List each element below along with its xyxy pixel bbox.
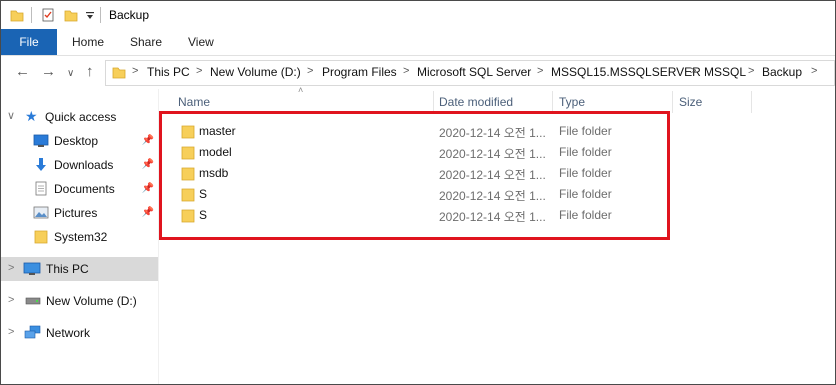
breadcrumb-chevron-icon[interactable]: > xyxy=(132,65,138,77)
pictures-icon xyxy=(33,206,49,219)
breadcrumb-backup[interactable]: Backup xyxy=(762,65,802,79)
sidebar-item-label: Network xyxy=(46,326,91,340)
recent-locations-chevron-icon[interactable]: ∨ xyxy=(67,66,74,82)
sidebar-item-label: Pictures xyxy=(54,206,98,220)
sidebar-item-label: Desktop xyxy=(54,134,99,148)
column-separator[interactable] xyxy=(751,91,752,113)
breadcrumb-chevron-icon[interactable]: > xyxy=(196,65,202,77)
column-separator[interactable] xyxy=(433,91,434,113)
address-bar[interactable]: > This PC > New Volume (D:) > Program Fi… xyxy=(105,60,835,86)
sidebar-item-label: Documents xyxy=(54,182,115,196)
computer-icon xyxy=(23,262,41,275)
back-arrow-icon[interactable]: ← xyxy=(15,64,30,80)
sidebar-item-downloads[interactable]: Downloads 📌 xyxy=(1,153,158,177)
breadcrumb-program-files[interactable]: Program Files xyxy=(322,65,397,79)
quick-access-dropdown-icon[interactable] xyxy=(85,11,95,21)
file-list: ˄ Name Date modified Type Size master 20… xyxy=(159,85,835,384)
navigation-pane: ∨ ★ Quick access Desktop 📌 Downloads 📌 D… xyxy=(1,89,158,384)
downloads-icon xyxy=(36,158,46,171)
pin-icon[interactable]: 📌 xyxy=(142,207,154,218)
sidebar-item-this-pc[interactable]: > This PC xyxy=(1,257,158,281)
sidebar-item-label: Downloads xyxy=(54,158,114,172)
sidebar-item-quick-access[interactable]: ∨ ★ Quick access xyxy=(1,105,158,129)
column-separator[interactable] xyxy=(672,91,673,113)
network-icon xyxy=(24,325,41,339)
column-header-type[interactable]: Type xyxy=(559,95,585,109)
pin-icon[interactable]: 📌 xyxy=(142,135,154,146)
pin-icon[interactable]: 📌 xyxy=(142,159,154,170)
expand-chevron-icon[interactable]: ∨ xyxy=(7,109,15,122)
column-header-size[interactable]: Size xyxy=(679,95,702,109)
documents-icon xyxy=(35,181,47,196)
column-separator[interactable] xyxy=(552,91,553,113)
sidebar-item-label: New Volume (D:) xyxy=(46,294,137,308)
tab-home[interactable]: Home xyxy=(72,29,104,55)
explorer-window: Backup File Home Share View ← → ∨ ↑ > Th… xyxy=(0,0,836,385)
breadcrumb-new-volume[interactable]: New Volume (D:) xyxy=(210,65,301,79)
breadcrumb-chevron-icon[interactable]: > xyxy=(748,65,754,77)
expand-chevron-icon[interactable]: > xyxy=(8,294,14,306)
folder-icon xyxy=(112,67,126,79)
tab-file[interactable]: File xyxy=(1,29,57,55)
column-header-date-modified[interactable]: Date modified xyxy=(439,95,513,109)
sort-ascending-icon: ˄ xyxy=(298,85,304,95)
separator xyxy=(100,7,101,23)
breadcrumb-chevron-icon[interactable]: > xyxy=(307,65,313,77)
expand-chevron-icon[interactable]: > xyxy=(8,262,14,274)
breadcrumb-microsoft-sql-server[interactable]: Microsoft SQL Server xyxy=(417,65,531,79)
sidebar-item-label: Quick access xyxy=(45,110,117,124)
forward-arrow-icon[interactable]: → xyxy=(41,64,56,80)
sidebar-item-desktop[interactable]: Desktop 📌 xyxy=(1,129,158,153)
breadcrumb-chevron-icon[interactable]: > xyxy=(690,65,696,77)
sidebar-item-system32[interactable]: System32 xyxy=(1,225,158,249)
desktop-icon xyxy=(33,134,49,147)
breadcrumb-chevron-icon[interactable]: > xyxy=(537,65,543,77)
pin-icon[interactable]: 📌 xyxy=(142,183,154,194)
breadcrumb-mssql15[interactable]: MSSQL15.MSSQLSERVER xyxy=(551,65,701,79)
drive-icon xyxy=(25,297,41,305)
breadcrumb-this-pc[interactable]: This PC xyxy=(147,65,190,79)
column-header-name[interactable]: Name xyxy=(178,95,210,109)
sidebar-item-label: This PC xyxy=(46,262,89,276)
breadcrumb-chevron-icon[interactable]: > xyxy=(811,65,817,77)
properties-icon[interactable] xyxy=(41,8,55,22)
new-folder-icon[interactable] xyxy=(64,8,78,22)
folder-icon[interactable] xyxy=(10,8,24,22)
highlight-box xyxy=(159,111,670,240)
tab-share[interactable]: Share xyxy=(130,29,162,55)
sidebar-item-pictures[interactable]: Pictures 📌 xyxy=(1,201,158,225)
breadcrumb-mssql[interactable]: MSSQL xyxy=(704,65,746,79)
navigation-bar: ← → ∨ ↑ > This PC > New Volume (D:) > Pr… xyxy=(1,56,835,89)
window-title: Backup xyxy=(109,8,150,22)
tab-view[interactable]: View xyxy=(188,29,214,55)
sidebar-item-network[interactable]: > Network xyxy=(1,321,158,345)
title-bar: Backup xyxy=(1,1,835,29)
breadcrumb-chevron-icon[interactable]: > xyxy=(403,65,409,77)
star-icon: ★ xyxy=(25,108,38,124)
sidebar-item-new-volume[interactable]: > New Volume (D:) xyxy=(1,289,158,313)
sidebar-item-documents[interactable]: Documents 📌 xyxy=(1,177,158,201)
separator xyxy=(31,7,32,23)
folder-icon xyxy=(34,230,48,244)
expand-chevron-icon[interactable]: > xyxy=(8,326,14,338)
ribbon: File Home Share View xyxy=(1,29,835,56)
sidebar-item-label: System32 xyxy=(54,230,108,244)
up-arrow-icon[interactable]: ↑ xyxy=(86,64,94,80)
